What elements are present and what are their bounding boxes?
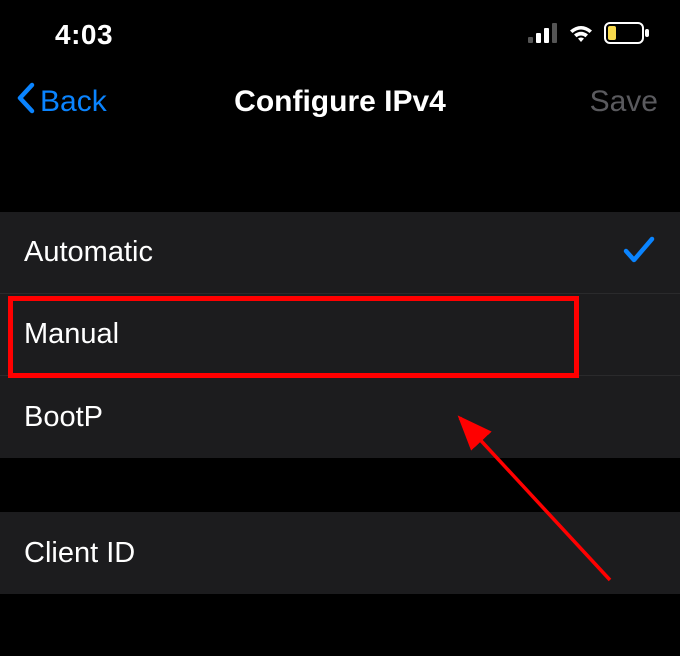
ipv4-options-list: Automatic Manual BootP: [0, 212, 680, 458]
option-label: Manual: [24, 318, 119, 351]
battery-icon: [604, 22, 650, 49]
checkmark-icon: [622, 234, 656, 271]
option-label: BootP: [24, 401, 103, 434]
client-id-group: Client ID: [0, 512, 680, 594]
section-spacer: [0, 458, 680, 512]
option-bootp[interactable]: BootP: [0, 376, 680, 458]
nav-bar: Back Configure IPv4 Save: [0, 60, 680, 150]
client-id-label: Client ID: [24, 537, 135, 570]
option-label: Automatic: [24, 236, 153, 269]
section-spacer: [0, 150, 680, 212]
back-button[interactable]: Back: [15, 81, 107, 123]
status-time: 4:03: [55, 19, 113, 51]
client-id-row[interactable]: Client ID: [0, 512, 680, 594]
cellular-signal-icon: [528, 23, 558, 48]
save-button[interactable]: Save: [590, 85, 658, 119]
page-title: Configure IPv4: [234, 85, 446, 119]
chevron-left-icon: [15, 81, 37, 123]
status-icons: [528, 22, 650, 49]
wifi-icon: [566, 22, 596, 49]
back-label: Back: [40, 85, 107, 119]
option-automatic[interactable]: Automatic: [0, 212, 680, 294]
status-bar: 4:03: [0, 0, 680, 60]
option-manual[interactable]: Manual: [0, 294, 680, 376]
